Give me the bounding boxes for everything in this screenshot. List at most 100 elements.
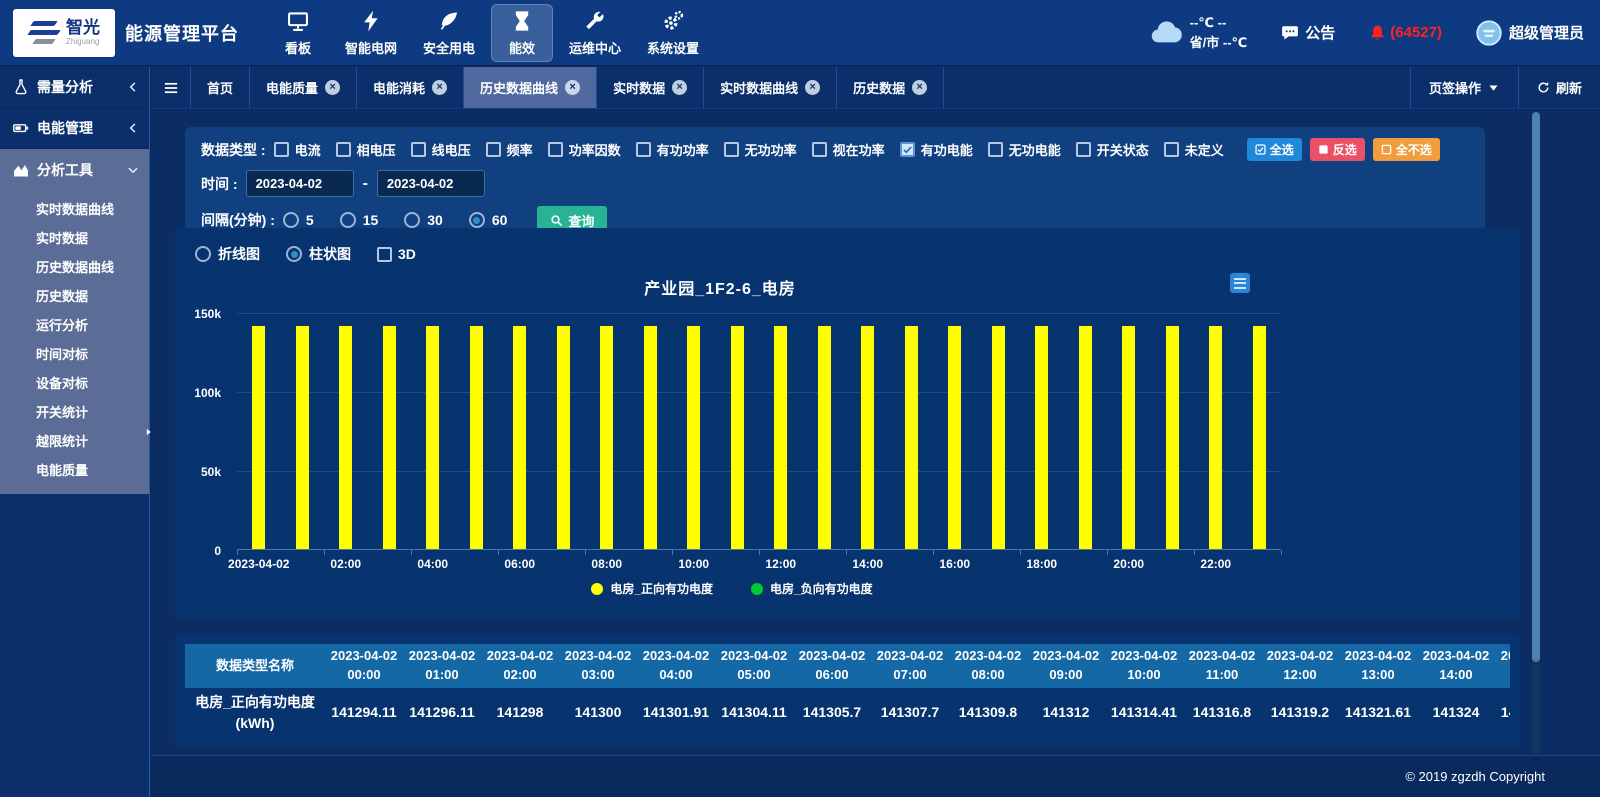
datatype-checkbox-有功电能[interactable]: 有功电能 bbox=[900, 140, 973, 159]
sidebar-item[interactable]: 电能质量 bbox=[0, 455, 149, 484]
datatype-checkbox-视在功率[interactable]: 视在功率 bbox=[812, 140, 885, 159]
checkbox-unchecked[interactable] bbox=[411, 142, 426, 157]
interval-radio-60[interactable]: 60 bbox=[469, 212, 508, 228]
sidebar-item[interactable]: 历史数据 bbox=[0, 281, 149, 310]
time-from-input[interactable] bbox=[246, 170, 354, 197]
tab-active[interactable]: 历史数据曲线× bbox=[464, 67, 597, 108]
checkbox-unchecked[interactable] bbox=[548, 142, 563, 157]
datatype-checkbox-电流[interactable]: 电流 bbox=[274, 140, 321, 159]
tab-item[interactable]: 电能质量 × bbox=[250, 67, 357, 108]
leaf-icon bbox=[438, 10, 460, 32]
topnav-item-wrench[interactable]: 运维中心 bbox=[559, 4, 631, 62]
radio-unselected[interactable] bbox=[340, 212, 356, 228]
sidebar-item[interactable]: 越限统计 bbox=[0, 426, 149, 455]
datatype-checkbox-无功电能[interactable]: 无功电能 bbox=[988, 140, 1061, 159]
bar-15:00 bbox=[905, 326, 918, 549]
legend-item[interactable]: 电房_正向有功电度 bbox=[591, 580, 713, 597]
checkbox-unchecked[interactable] bbox=[812, 142, 827, 157]
checkbox-checked[interactable] bbox=[900, 142, 915, 157]
datatype-checkbox-功率因数[interactable]: 功率因数 bbox=[548, 140, 621, 159]
tab-operations-dropdown[interactable]: 页签操作 bbox=[1410, 67, 1518, 108]
sidebar-group-label: 分析工具 bbox=[37, 160, 93, 180]
interval-radio-5[interactable]: 5 bbox=[283, 212, 314, 228]
topnav-item-hourglass[interactable]: 能效 bbox=[491, 4, 553, 62]
radio-selected[interactable] bbox=[469, 212, 485, 228]
sidebar-group-2[interactable]: 分析工具 bbox=[0, 149, 149, 190]
user-menu[interactable]: 超级管理员 bbox=[1476, 20, 1584, 46]
checkbox-unchecked[interactable] bbox=[724, 142, 739, 157]
logo: 智光 Zhiguang bbox=[13, 9, 115, 57]
checkbox-unchecked[interactable] bbox=[1076, 142, 1091, 157]
bar-12:00 bbox=[774, 326, 787, 549]
checkbox-unchecked[interactable] bbox=[636, 142, 651, 157]
refresh-button[interactable]: 刷新 bbox=[1518, 67, 1600, 108]
sidebar-item[interactable]: 时间对标 bbox=[0, 339, 149, 368]
datatype-checkbox-线电压[interactable]: 线电压 bbox=[411, 140, 471, 159]
radio-unselected[interactable] bbox=[283, 212, 299, 228]
interval-radio-15[interactable]: 15 bbox=[340, 212, 379, 228]
sidebar-item[interactable]: 设备对标 bbox=[0, 368, 149, 397]
sidebar-item[interactable]: 运行分析 bbox=[0, 310, 149, 339]
invert-selection-button[interactable]: 反选 bbox=[1310, 138, 1365, 161]
bar-22:00 bbox=[1209, 326, 1222, 549]
scrollbar-thumb[interactable] bbox=[1532, 112, 1540, 662]
tab-close-icon[interactable]: × bbox=[912, 80, 927, 95]
topnav-item-gears[interactable]: 系统设置 bbox=[637, 4, 709, 62]
datatype-checkbox-无功功率[interactable]: 无功功率 bbox=[724, 140, 797, 159]
tab-item[interactable]: 电能消耗× bbox=[357, 67, 464, 108]
topnav-item-monitor[interactable]: 看板 bbox=[267, 4, 329, 62]
tab-item[interactable]: 首页 bbox=[191, 67, 250, 108]
sidebar-item[interactable]: 实时数据 bbox=[0, 223, 149, 252]
bar-20:00 bbox=[1122, 326, 1135, 549]
vertical-scrollbar[interactable] bbox=[1532, 112, 1540, 755]
tab-item[interactable]: 实时数据曲线× bbox=[704, 67, 837, 108]
sidebar-item[interactable]: 开关统计 bbox=[0, 397, 149, 426]
line-chart-radio[interactable]: 折线图 bbox=[195, 244, 260, 264]
3d-checkbox[interactable]: 3D bbox=[377, 246, 416, 262]
tab-close-icon[interactable]: × bbox=[565, 80, 580, 95]
tab-close-icon[interactable]: × bbox=[325, 80, 340, 95]
datatype-checkbox-相电压[interactable]: 相电压 bbox=[336, 140, 396, 159]
datatype-checkbox-开关状态[interactable]: 开关状态 bbox=[1076, 140, 1149, 159]
topnav-item-bolt[interactable]: 智能电网 bbox=[335, 4, 407, 62]
sidebar-item[interactable]: 实时数据曲线 bbox=[0, 194, 149, 223]
announcement-button[interactable]: 公告 bbox=[1281, 22, 1335, 43]
bar-chart-radio[interactable]: 柱状图 bbox=[286, 244, 351, 264]
datatype-checkbox-未定义[interactable]: 未定义 bbox=[1164, 140, 1224, 159]
tab-label: 电能质量 bbox=[266, 78, 318, 97]
x-axis-tick-label: 12:00 bbox=[765, 557, 796, 571]
checkbox-unchecked[interactable] bbox=[1164, 142, 1179, 157]
checkbox-unchecked[interactable] bbox=[486, 142, 501, 157]
tab-item[interactable]: 实时数据× bbox=[597, 67, 704, 108]
radio-unselected[interactable] bbox=[404, 212, 420, 228]
tab-close-icon[interactable]: × bbox=[432, 80, 447, 95]
tab-close-icon[interactable]: × bbox=[672, 80, 687, 95]
checkbox-unchecked[interactable] bbox=[336, 142, 351, 157]
checkbox-unchecked[interactable] bbox=[274, 142, 289, 157]
x-axis-tick-label: 14:00 bbox=[852, 557, 883, 571]
sidebar-item[interactable]: 历史数据曲线 bbox=[0, 252, 149, 281]
topnav-label: 能效 bbox=[509, 38, 535, 57]
chart-toolbox-icon[interactable] bbox=[1230, 273, 1250, 293]
tab-close-icon[interactable]: × bbox=[805, 80, 820, 95]
checkbox-unchecked[interactable] bbox=[988, 142, 1003, 157]
tab-item[interactable]: 历史数据× bbox=[837, 67, 944, 108]
select-none-button[interactable]: 全不选 bbox=[1373, 138, 1440, 161]
y-axis-tick-label: 100k bbox=[187, 386, 221, 400]
sidebar-group-0[interactable]: 需量分析 bbox=[0, 67, 149, 108]
datatype-checkbox-有功功率[interactable]: 有功功率 bbox=[636, 140, 709, 159]
bar-11:00 bbox=[731, 326, 744, 549]
tab-menu-button[interactable] bbox=[151, 67, 191, 108]
x-axis-tick bbox=[324, 550, 325, 555]
announcement-label: 公告 bbox=[1305, 22, 1335, 43]
chart-legend: 电房_正向有功电度 电房_负向有功电度 bbox=[187, 580, 1277, 597]
topnav-item-leaf[interactable]: 安全用电 bbox=[413, 4, 485, 62]
time-to-input[interactable] bbox=[377, 170, 485, 197]
sidebar-collapse-handle[interactable] bbox=[144, 425, 156, 443]
datatype-checkbox-频率[interactable]: 频率 bbox=[486, 140, 533, 159]
select-all-button[interactable]: 全选 bbox=[1247, 138, 1302, 161]
interval-radio-30[interactable]: 30 bbox=[404, 212, 443, 228]
legend-item[interactable]: 电房_负向有功电度 bbox=[751, 580, 873, 597]
sidebar-group-1[interactable]: 电能管理 bbox=[0, 108, 149, 149]
notification-button[interactable]: (64527) bbox=[1369, 24, 1442, 42]
